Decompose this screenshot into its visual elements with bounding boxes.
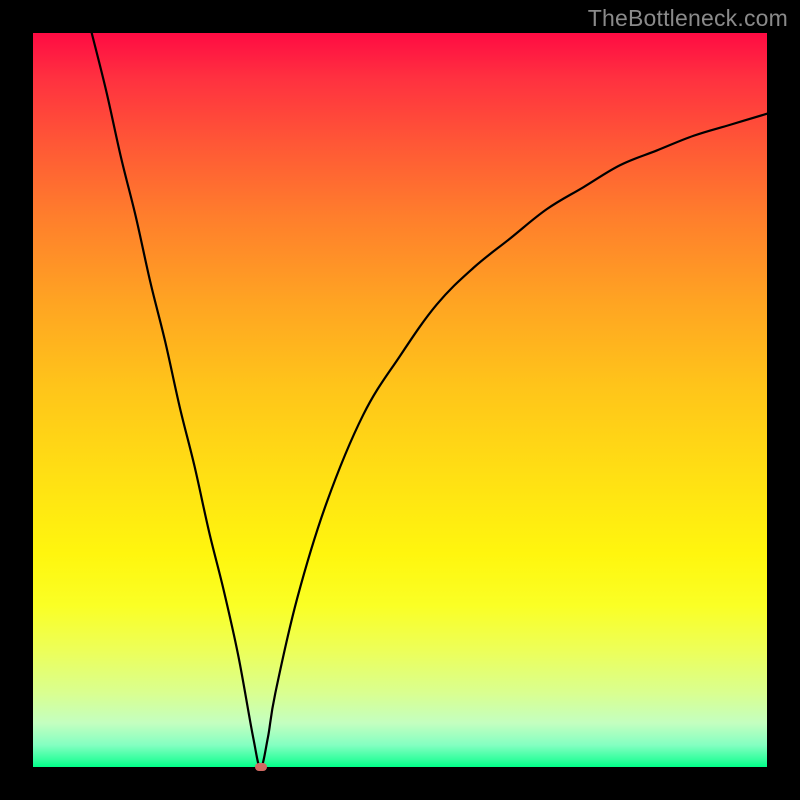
curve-svg: [33, 33, 767, 767]
chart-frame: TheBottleneck.com: [0, 0, 800, 800]
plot-area: [33, 33, 767, 767]
minimum-marker: [255, 763, 267, 771]
watermark-text: TheBottleneck.com: [588, 5, 788, 32]
bottleneck-curve: [92, 33, 767, 767]
